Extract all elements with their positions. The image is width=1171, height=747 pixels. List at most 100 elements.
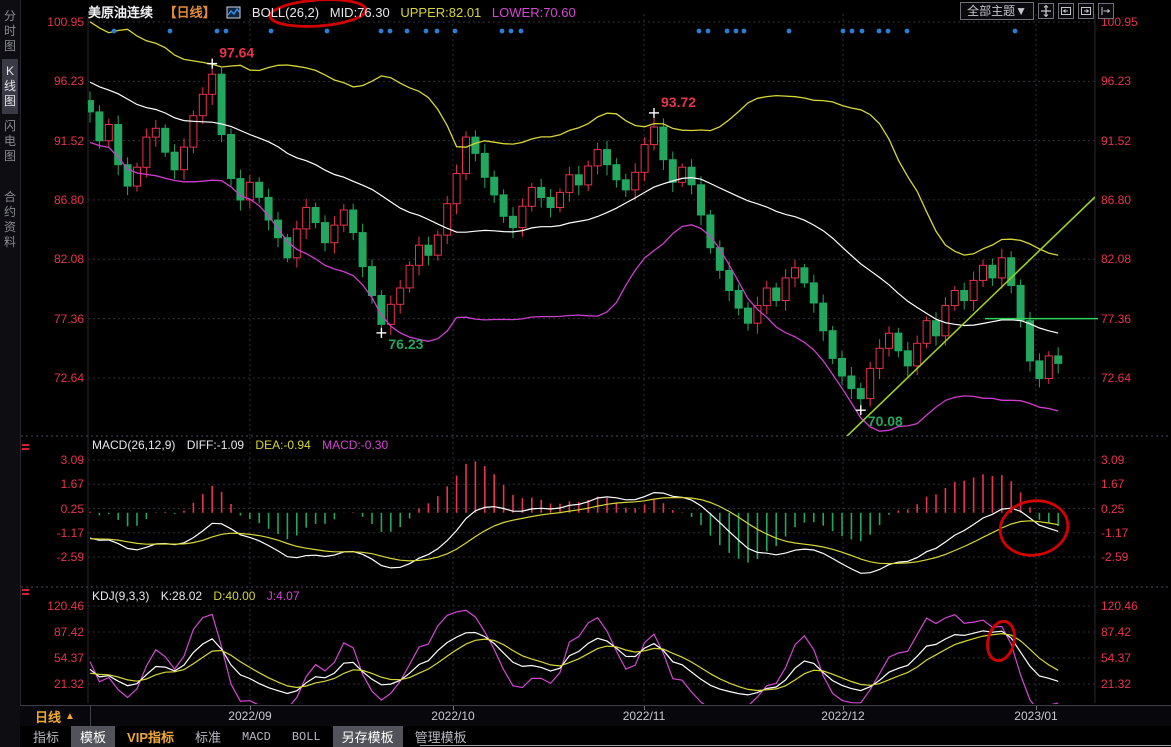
sketch-circle-macd-convergence (996, 496, 1072, 561)
kdj-d-value: D:40.00 (213, 589, 255, 603)
price-annotation: 76.23 (388, 336, 423, 352)
date-label: 2022/10 (413, 709, 493, 723)
tab-bar-underline (420, 745, 1171, 746)
chart-window: 97.64 76.23 93.72 70.08 分时图K线图闪电图合约资料 美原油连续… (0, 0, 1171, 747)
axis-label: 86.80 (20, 193, 84, 207)
bottom-tab-6[interactable]: BOLL (283, 729, 330, 745)
macd-name[interactable]: MACD(26,12,9) (92, 438, 175, 452)
axis-label: 96.23 (1101, 74, 1131, 88)
shift-right-button[interactable] (1098, 3, 1114, 19)
axis-label: -1.17 (1101, 526, 1128, 540)
price-annotation: 97.64 (219, 45, 254, 61)
extreme-marker (376, 328, 386, 338)
date-label: 2023/01 (996, 709, 1076, 723)
sidebar-tab-3[interactable]: 闪电图 (2, 114, 18, 169)
boll-mid-value: MID:76.30 (330, 5, 390, 20)
macd-dea-value: DEA:-0.94 (255, 438, 310, 452)
axis-label: 0.25 (1101, 502, 1124, 516)
chart-header: 美原油连续 【日线】 BOLL(26,2) MID:76.30 UPPER:82… (88, 2, 583, 22)
kdj-name[interactable]: KDJ(9,3,3) (92, 589, 149, 603)
trend-line (845, 197, 1095, 438)
axis-label: 3.09 (20, 453, 84, 467)
axis-label: 120.46 (1101, 599, 1138, 613)
axis-label: 91.52 (20, 134, 84, 148)
kdj-k-value: K:28.02 (161, 589, 202, 603)
boll-upper-value: UPPER:82.01 (400, 5, 481, 20)
extreme-marker (856, 405, 866, 415)
bottom-tab-5[interactable]: MACD (233, 729, 280, 745)
period-arrow-icon: ▲ (65, 711, 75, 722)
boll-mid-line (90, 82, 1058, 333)
price-annotation: 70.08 (868, 413, 903, 429)
macd-diff-value: DIFF:-1.09 (187, 438, 244, 452)
axis-label: 91.52 (1101, 134, 1131, 148)
axis-label: 72.64 (20, 371, 84, 385)
sidebar-tab-4[interactable]: 合约资料 (2, 185, 18, 255)
crosshair-tool-button[interactable] (1038, 3, 1054, 19)
sidebar-tab-2[interactable]: K线图 (2, 59, 18, 114)
panel-resize-handle (22, 444, 29, 450)
date-label: 2022/11 (604, 709, 684, 723)
kdj-k-line (90, 631, 1058, 695)
candles-layer (87, 64, 1062, 411)
bottom-tab-8[interactable]: 管理模板 (406, 726, 476, 747)
bottom-tab-2[interactable]: 模板 (71, 726, 115, 747)
sidebar-tab-1[interactable]: 分时图 (2, 4, 18, 59)
axis-label: 1.67 (1101, 477, 1124, 491)
boll-lower-value: LOWER:70.60 (492, 5, 576, 20)
period-tag: 【日线】 (164, 5, 216, 20)
bottom-tab-4[interactable]: 标准 (186, 726, 230, 747)
bottom-tab-bar: 指标模板VIP指标标准MACDBOLL另存模板管理模板 (20, 726, 1171, 747)
formula-icon (226, 6, 241, 22)
macd-header: MACD(26,12,9) DIFF:-1.09 DEA:-0.94 MACD:… (92, 438, 396, 452)
indicator-name[interactable]: BOLL(26,2) (252, 5, 319, 20)
kdj-j-value: J:4.07 (267, 589, 300, 603)
macd-macd-value: MACD:-0.30 (322, 438, 388, 452)
extreme-marker (649, 108, 659, 118)
axis-label: 120.46 (20, 599, 84, 613)
axis-label: 21.32 (1101, 677, 1131, 691)
axis-label: 87.42 (20, 625, 84, 639)
date-label: 2022/12 (803, 709, 883, 723)
bottom-left-corner (0, 726, 20, 747)
date-label: 2022/09 (210, 709, 290, 723)
macd-dea-line (90, 498, 1058, 564)
axis-label: 82.08 (20, 252, 84, 266)
expand-x-button[interactable] (1078, 3, 1094, 19)
axis-label: 100.95 (20, 15, 84, 29)
period-selector[interactable]: 日线 ▲ (20, 706, 91, 727)
axis-label: 54.37 (20, 651, 84, 665)
kdj-header: KDJ(9,3,3) K:28.02 D:40.00 J:4.07 (92, 589, 308, 603)
macd-histogram (90, 461, 1058, 562)
sketch-circle-kdj-cross (984, 618, 1019, 663)
bottom-tab-1[interactable]: 指标 (24, 726, 68, 747)
axis-label: 21.32 (20, 677, 84, 691)
axis-label: 72.64 (1101, 371, 1131, 385)
period-label: 日线 (35, 707, 61, 726)
axis-label: -2.59 (20, 550, 84, 564)
bottom-tab-3[interactable]: VIP指标 (118, 726, 183, 747)
symbol-name: 美原油连续 (88, 5, 153, 20)
axis-label: 77.36 (1101, 312, 1131, 326)
axis-label: 77.36 (20, 312, 84, 326)
axis-label: 86.80 (1101, 193, 1131, 207)
price-annotation: 93.72 (661, 94, 696, 110)
axis-label: 87.42 (1101, 625, 1131, 639)
extreme-marker (207, 59, 217, 69)
theme-dropdown[interactable]: 全部主题▼ (960, 2, 1034, 20)
axis-label: 54.37 (1101, 651, 1131, 665)
top-toolbar: 全部主题▼ (960, 2, 1114, 20)
left-sidebar: 分时图K线图闪电图合约资料 (0, 0, 21, 747)
bottom-tab-7[interactable]: 另存模板 (333, 726, 403, 747)
chart-canvas[interactable]: 97.64 76.23 93.72 70.08 (0, 0, 1171, 747)
signal-dots-layer (112, 29, 1018, 34)
axis-label: 1.67 (20, 477, 84, 491)
axis-label: 3.09 (1101, 453, 1124, 467)
axis-label: 0.25 (20, 502, 84, 516)
axis-label: 82.08 (1101, 252, 1131, 266)
panel-resize-handle (22, 589, 29, 595)
axis-label: -2.59 (1101, 550, 1128, 564)
axis-label: 96.23 (20, 74, 84, 88)
axis-label: -1.17 (20, 526, 84, 540)
compress-x-button[interactable] (1058, 3, 1074, 19)
